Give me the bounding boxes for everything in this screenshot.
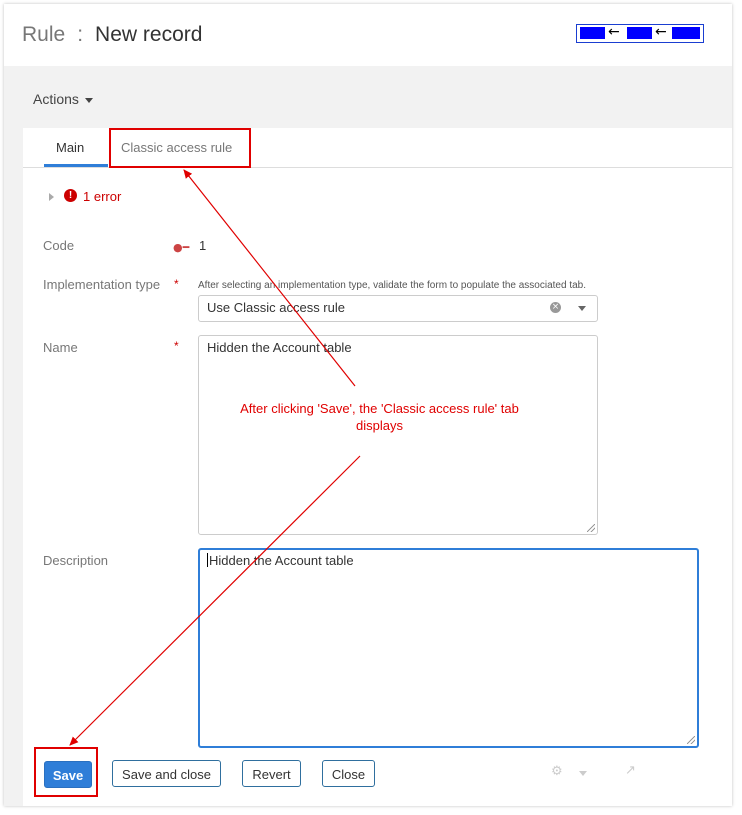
- open-link-icon[interactable]: ↗: [625, 763, 636, 778]
- resize-handle-icon[interactable]: [587, 524, 595, 532]
- form-panel: Main Classic access rule ! 1 error Code …: [23, 128, 732, 806]
- chevron-down-icon[interactable]: [578, 306, 586, 311]
- required-marker: *: [174, 339, 179, 353]
- chevron-right-icon: [49, 193, 54, 201]
- description-value: Hidden the Account table: [209, 553, 354, 568]
- highlight-classic-tab: [109, 128, 251, 168]
- gear-icon[interactable]: ⚙: [551, 764, 563, 779]
- error-icon: !: [64, 189, 77, 202]
- name-textarea[interactable]: Hidden the Account table: [198, 335, 598, 535]
- nav-middle-block[interactable]: [627, 27, 652, 39]
- code-value: 1: [199, 238, 207, 253]
- highlight-save-button: [34, 747, 98, 797]
- nav-first-block[interactable]: [580, 27, 605, 39]
- active-tab-indicator: [44, 164, 108, 167]
- revert-button[interactable]: Revert: [242, 760, 301, 787]
- annotation-text: After clicking 'Save', the 'Classic acce…: [240, 401, 519, 433]
- page-title: Rule: New record: [22, 22, 202, 48]
- nav-next-arrow-icon[interactable]: ←: [655, 24, 667, 40]
- tab-main[interactable]: Main: [56, 140, 84, 156]
- clear-icon[interactable]: ×: [550, 302, 561, 313]
- implementation-type-select[interactable]: Use Classic access rule ×: [198, 295, 598, 322]
- code-label: Code: [43, 238, 75, 253]
- required-marker: *: [174, 277, 179, 291]
- page-header: Rule: New record ← ←: [4, 4, 732, 66]
- save-and-close-button[interactable]: Save and close: [112, 760, 221, 787]
- description-textarea[interactable]: Hidden the Account table: [198, 548, 699, 748]
- actions-menu-button[interactable]: Actions: [33, 90, 93, 108]
- actions-label: Actions: [33, 91, 79, 107]
- chevron-down-icon[interactable]: [579, 771, 587, 776]
- implementation-type-label: Implementation type: [43, 277, 161, 292]
- nav-prev-arrow-icon[interactable]: ←: [608, 24, 620, 40]
- nav-last-block[interactable]: [672, 27, 700, 39]
- key-icon: ●━: [173, 241, 190, 254]
- record-title: New record: [95, 23, 203, 46]
- description-label: Description: [43, 553, 109, 568]
- implementation-type-hint: After selecting an implementation type, …: [198, 280, 587, 291]
- resize-handle-icon[interactable]: [687, 736, 695, 744]
- close-button[interactable]: Close: [322, 760, 375, 787]
- chevron-down-icon: [84, 97, 93, 103]
- name-label: Name: [43, 340, 78, 355]
- name-value: Hidden the Account table: [207, 340, 352, 355]
- text-cursor: [207, 553, 208, 567]
- record-navigation: ← ←: [576, 24, 704, 43]
- entity-name: Rule: [22, 23, 66, 46]
- implementation-type-value: Use Classic access rule: [207, 300, 345, 315]
- title-separator: :: [77, 23, 84, 46]
- error-count: 1 error: [83, 189, 122, 204]
